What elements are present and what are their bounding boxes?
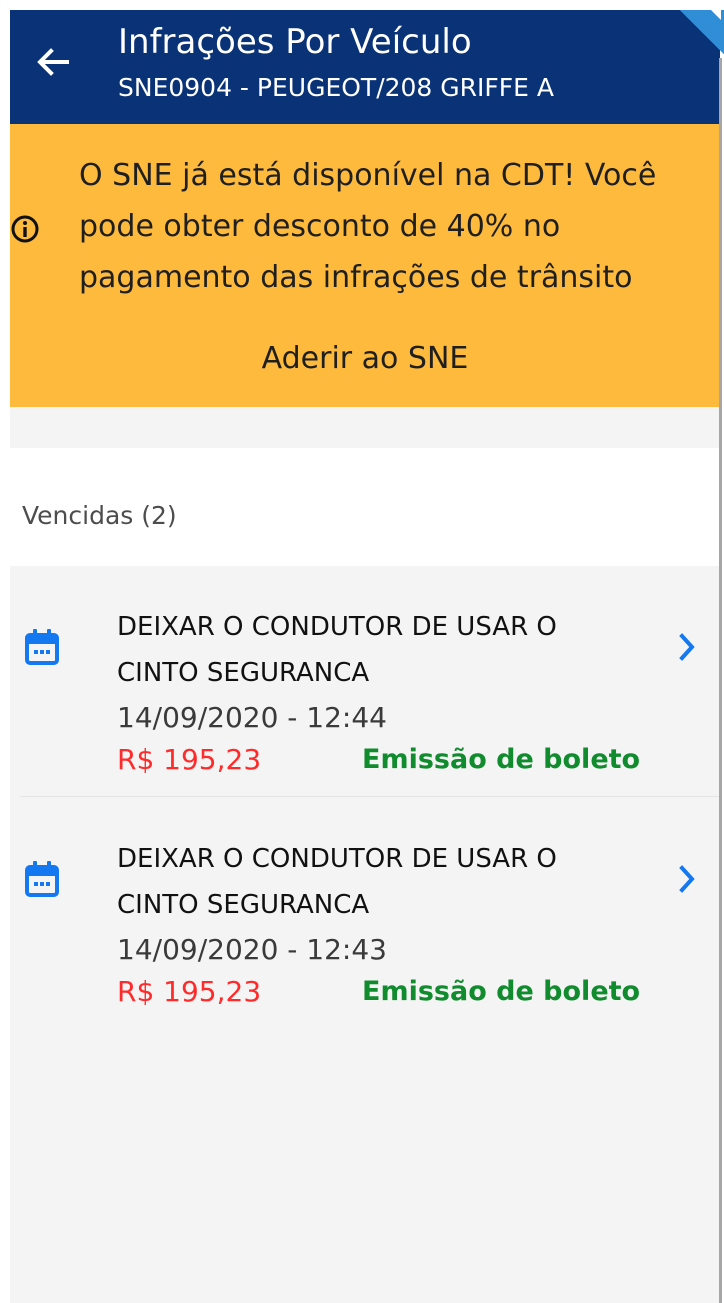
infraction-datetime: 14/09/2020 - 12:43 (117, 933, 387, 966)
infraction-title-line: DEIXAR O CONDUTOR DE USAR O (117, 612, 557, 642)
banner-line: pagamento das infrações de trânsito (79, 260, 633, 295)
infraction-title-line: DEIXAR O CONDUTOR DE USAR O (117, 844, 557, 874)
app-bar: Infrações Por Veículo SNE0904 - PEUGEOT/… (10, 10, 720, 124)
chevron-right-icon[interactable] (674, 860, 702, 898)
join-sne-button[interactable]: Aderir ao SNE (210, 334, 520, 384)
infraction-title: DEIXAR O CONDUTOR DE USAR O CINTO SEGURA… (117, 604, 657, 696)
mobile-screen: Infrações Por Veículo SNE0904 - PEUGEOT/… (10, 10, 720, 1303)
banner-line: O SNE já está disponível na CDT! Você (79, 158, 657, 193)
section-title: Vencidas (2) (22, 501, 177, 530)
banner-message: O SNE já está disponível na CDT! Você po… (79, 150, 720, 303)
list-divider (20, 796, 720, 797)
calendar-icon (25, 861, 59, 897)
calendar-icon (25, 629, 59, 665)
infraction-value: R$ 195,23 (117, 743, 262, 776)
sne-info-banner: O SNE já está disponível na CDT! Você po… (10, 124, 720, 407)
page-title: Infrações Por Veículo (118, 22, 472, 62)
arrow-left-icon[interactable] (31, 41, 73, 83)
boleto-link[interactable]: Emissão de boleto (362, 740, 640, 780)
right-edge-border (719, 58, 722, 1303)
info-icon (11, 215, 39, 243)
infraction-title: DEIXAR O CONDUTOR DE USAR O CINTO SEGURA… (117, 836, 657, 928)
infraction-item[interactable]: DEIXAR O CONDUTOR DE USAR O CINTO SEGURA… (10, 816, 720, 1036)
infraction-title-line: CINTO SEGURANCA (117, 658, 370, 688)
chevron-right-icon[interactable] (674, 628, 702, 666)
corner-ribbon-fold (711, 10, 721, 20)
infraction-datetime: 14/09/2020 - 12:44 (117, 701, 387, 734)
banner-line: pode obter desconto de 40% no (79, 209, 561, 244)
overdue-section-header: Vencidas (2) (10, 448, 720, 566)
infraction-title-line: CINTO SEGURANCA (117, 890, 370, 920)
infraction-value: R$ 195,23 (117, 975, 262, 1008)
vehicle-subtitle: SNE0904 - PEUGEOT/208 GRIFFE A (118, 73, 554, 102)
back-button[interactable] (26, 36, 78, 88)
corner-ribbon (680, 10, 724, 54)
boleto-link[interactable]: Emissão de boleto (362, 972, 640, 1012)
infraction-item[interactable]: DEIXAR O CONDUTOR DE USAR O CINTO SEGURA… (10, 584, 720, 804)
